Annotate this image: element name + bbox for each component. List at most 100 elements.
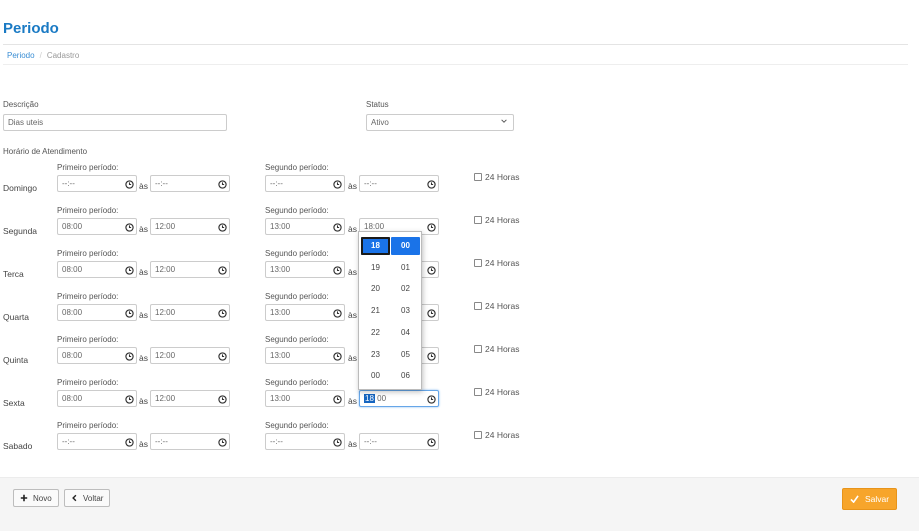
h24-label: 24 Horas <box>485 301 520 311</box>
second-period-start-sabado[interactable]: --:-- <box>265 433 345 450</box>
second-period-start-sexta[interactable]: 13:00 <box>265 390 345 407</box>
hour-option[interactable]: 22 <box>361 324 390 342</box>
clock-icon[interactable] <box>427 265 436 275</box>
h24-checkbox-domingo[interactable]: 24 Horas <box>474 172 520 182</box>
clock-icon[interactable] <box>125 394 134 404</box>
clock-icon[interactable] <box>125 308 134 318</box>
hour-option[interactable]: 00 <box>361 367 390 385</box>
first-period-start-sabado[interactable]: --:-- <box>57 433 137 450</box>
description-input[interactable]: Dias uteis <box>3 114 227 131</box>
first-period-start-domingo[interactable]: --:-- <box>57 175 137 192</box>
clock-icon[interactable] <box>427 222 436 232</box>
day-label-sexta: Sexta <box>3 398 25 408</box>
status-select[interactable]: Ativo <box>366 114 514 131</box>
clock-icon[interactable] <box>427 351 436 361</box>
new-button[interactable]: Novo <box>13 489 59 507</box>
second-period-start-segunda[interactable]: 13:00 <box>265 218 345 235</box>
first-period-end-sabado-value: --:-- <box>155 437 168 446</box>
checkbox-box[interactable] <box>474 345 482 353</box>
minute-option[interactable]: 01 <box>391 259 420 277</box>
first-period-end-domingo[interactable]: --:-- <box>150 175 230 192</box>
hour-segment-selected[interactable]: 18 <box>364 394 375 403</box>
minute-segment[interactable]: 00 <box>377 394 386 403</box>
breadcrumb-home-link[interactable]: Periodo <box>7 51 35 60</box>
first-period-label: Primeiro período: <box>57 421 119 430</box>
clock-icon[interactable] <box>125 437 134 447</box>
clock-icon[interactable] <box>218 437 227 447</box>
second-period-end-domingo[interactable]: --:-- <box>359 175 439 192</box>
h24-checkbox-segunda[interactable]: 24 Horas <box>474 215 520 225</box>
minute-option[interactable]: 00 <box>391 237 420 255</box>
checkbox-box[interactable] <box>474 302 482 310</box>
checkbox-box[interactable] <box>474 173 482 181</box>
clock-icon[interactable] <box>125 222 134 232</box>
clock-icon[interactable] <box>125 351 134 361</box>
clock-icon[interactable] <box>333 351 342 361</box>
first-period-end-quinta[interactable]: 12:00 <box>150 347 230 364</box>
second-period-start-domingo[interactable]: --:-- <box>265 175 345 192</box>
checkbox-box[interactable] <box>474 431 482 439</box>
clock-icon[interactable] <box>218 394 227 404</box>
minute-option[interactable]: 04 <box>391 324 420 342</box>
first-period-start-quarta[interactable]: 08:00 <box>57 304 137 321</box>
second-period-start-quarta[interactable]: 13:00 <box>265 304 345 321</box>
first-period-end-segunda-value: 12:00 <box>155 222 176 231</box>
clock-icon[interactable] <box>125 179 134 189</box>
h24-checkbox-sexta[interactable]: 24 Horas <box>474 387 520 397</box>
clock-icon[interactable] <box>333 308 342 318</box>
h24-checkbox-quarta[interactable]: 24 Horas <box>474 301 520 311</box>
second-period-end-sexta[interactable]: 18 00 <box>359 390 439 407</box>
clock-icon[interactable] <box>333 437 342 447</box>
first-period-end-segunda[interactable]: 12:00 <box>150 218 230 235</box>
first-period-end-quarta[interactable]: 12:00 <box>150 304 230 321</box>
clock-icon[interactable] <box>218 179 227 189</box>
minute-option[interactable]: 03 <box>391 302 420 320</box>
first-period-end-sabado[interactable]: --:-- <box>150 433 230 450</box>
minute-option[interactable]: 05 <box>391 346 420 364</box>
h24-checkbox-quinta[interactable]: 24 Horas <box>474 344 520 354</box>
clock-icon[interactable] <box>427 308 436 318</box>
first-period-label: Primeiro período: <box>57 206 119 215</box>
time-picker-dropdown[interactable]: 18 19 20 21 22 23 00 00 01 02 03 04 05 06 <box>358 231 422 390</box>
second-period-end-sabado[interactable]: --:-- <box>359 433 439 450</box>
first-period-end-sexta[interactable]: 12:00 <box>150 390 230 407</box>
second-period-start-terca[interactable]: 13:00 <box>265 261 345 278</box>
clock-icon[interactable] <box>218 308 227 318</box>
hour-option[interactable]: 21 <box>361 302 390 320</box>
clock-icon[interactable] <box>218 265 227 275</box>
minute-option[interactable]: 06 <box>391 367 420 385</box>
save-button[interactable]: Salvar <box>842 488 898 510</box>
second-period-label: Segundo período: <box>265 378 329 387</box>
checkbox-box[interactable] <box>474 216 482 224</box>
h24-checkbox-sabado[interactable]: 24 Horas <box>474 430 520 440</box>
clock-icon[interactable] <box>427 437 436 447</box>
first-period-start-quinta[interactable]: 08:00 <box>57 347 137 364</box>
clock-icon[interactable] <box>333 394 342 404</box>
checkbox-box[interactable] <box>474 388 482 396</box>
first-period-start-segunda[interactable]: 08:00 <box>57 218 137 235</box>
back-button[interactable]: Voltar <box>64 489 111 507</box>
hour-option[interactable]: 23 <box>361 346 390 364</box>
plus-icon <box>20 494 28 502</box>
hour-option[interactable]: 18 <box>361 237 390 255</box>
minute-option[interactable]: 02 <box>391 280 420 298</box>
hour-option[interactable]: 19 <box>361 259 390 277</box>
checkbox-box[interactable] <box>474 259 482 267</box>
clock-icon[interactable] <box>218 351 227 361</box>
h24-checkbox-terca[interactable]: 24 Horas <box>474 258 520 268</box>
between-label: às <box>139 353 148 363</box>
first-period-end-quinta-value: 12:00 <box>155 351 176 360</box>
first-period-start-sexta[interactable]: 08:00 <box>57 390 137 407</box>
clock-icon[interactable] <box>218 222 227 232</box>
clock-icon[interactable] <box>333 222 342 232</box>
first-period-end-terca[interactable]: 12:00 <box>150 261 230 278</box>
clock-icon[interactable] <box>427 394 436 404</box>
clock-icon[interactable] <box>333 179 342 189</box>
clock-icon[interactable] <box>333 265 342 275</box>
clock-icon[interactable] <box>427 179 436 189</box>
second-period-label: Segundo período: <box>265 292 329 301</box>
second-period-start-quinta[interactable]: 13:00 <box>265 347 345 364</box>
first-period-start-terca[interactable]: 08:00 <box>57 261 137 278</box>
clock-icon[interactable] <box>125 265 134 275</box>
hour-option[interactable]: 20 <box>361 280 390 298</box>
